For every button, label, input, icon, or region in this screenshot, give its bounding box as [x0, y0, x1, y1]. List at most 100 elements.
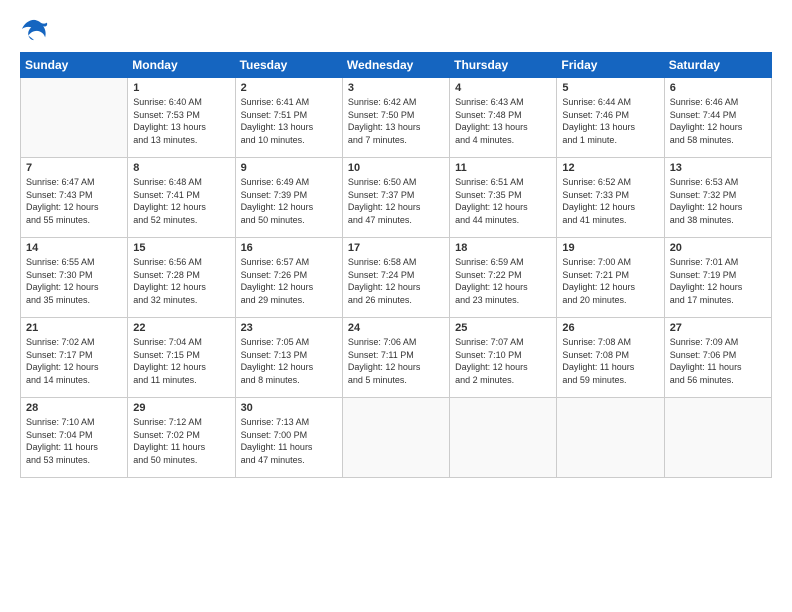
day-number: 15	[133, 242, 229, 254]
calendar-cell: 4 Sunrise: 6:43 AM Sunset: 7:48 PM Daylig…	[450, 78, 557, 158]
calendar-cell: 29 Sunrise: 7:12 AM Sunset: 7:02 PM Dayli…	[128, 398, 235, 478]
day-number: 1	[133, 82, 229, 94]
calendar-cell: 24 Sunrise: 7:06 AM Sunset: 7:11 PM Dayli…	[342, 318, 449, 398]
day-info: Sunrise: 7:08 AM Sunset: 7:08 PM Dayligh…	[562, 336, 658, 386]
calendar-cell: 25 Sunrise: 7:07 AM Sunset: 7:10 PM Dayli…	[450, 318, 557, 398]
calendar-cell: 6 Sunrise: 6:46 AM Sunset: 7:44 PM Daylig…	[664, 78, 771, 158]
calendar-cell	[664, 398, 771, 478]
calendar-cell: 7 Sunrise: 6:47 AM Sunset: 7:43 PM Daylig…	[21, 158, 128, 238]
day-number: 28	[26, 402, 122, 414]
day-info: Sunrise: 6:59 AM Sunset: 7:22 PM Dayligh…	[455, 256, 551, 306]
day-number: 25	[455, 322, 551, 334]
day-info: Sunrise: 6:50 AM Sunset: 7:37 PM Dayligh…	[348, 176, 444, 226]
day-info: Sunrise: 7:13 AM Sunset: 7:00 PM Dayligh…	[241, 416, 337, 466]
calendar-weekday-wednesday: Wednesday	[342, 53, 449, 78]
page-header	[20, 18, 772, 42]
day-number: 20	[670, 242, 766, 254]
day-number: 29	[133, 402, 229, 414]
day-info: Sunrise: 6:47 AM Sunset: 7:43 PM Dayligh…	[26, 176, 122, 226]
calendar-cell: 22 Sunrise: 7:04 AM Sunset: 7:15 PM Dayli…	[128, 318, 235, 398]
logo	[20, 18, 52, 42]
calendar-weekday-friday: Friday	[557, 53, 664, 78]
calendar-cell: 13 Sunrise: 6:53 AM Sunset: 7:32 PM Dayli…	[664, 158, 771, 238]
calendar-week-row: 14 Sunrise: 6:55 AM Sunset: 7:30 PM Dayli…	[21, 238, 772, 318]
day-number: 12	[562, 162, 658, 174]
calendar-weekday-monday: Monday	[128, 53, 235, 78]
day-number: 30	[241, 402, 337, 414]
day-info: Sunrise: 6:44 AM Sunset: 7:46 PM Dayligh…	[562, 96, 658, 146]
day-info: Sunrise: 7:09 AM Sunset: 7:06 PM Dayligh…	[670, 336, 766, 386]
calendar-cell: 11Sunrise: 6:51 AM Sunset: 7:35 PM Dayli…	[450, 158, 557, 238]
day-number: 17	[348, 242, 444, 254]
calendar-cell: 5 Sunrise: 6:44 AM Sunset: 7:46 PM Daylig…	[557, 78, 664, 158]
calendar-cell: 19Sunrise: 7:00 AM Sunset: 7:21 PM Dayli…	[557, 238, 664, 318]
calendar-cell: 12 Sunrise: 6:52 AM Sunset: 7:33 PM Dayli…	[557, 158, 664, 238]
day-number: 16	[241, 242, 337, 254]
day-number: 5	[562, 82, 658, 94]
day-number: 13	[670, 162, 766, 174]
day-number: 8	[133, 162, 229, 174]
calendar-table: SundayMondayTuesdayWednesdayThursdayFrid…	[20, 52, 772, 478]
day-info: Sunrise: 6:49 AM Sunset: 7:39 PM Dayligh…	[241, 176, 337, 226]
day-info: Sunrise: 7:12 AM Sunset: 7:02 PM Dayligh…	[133, 416, 229, 466]
calendar-cell: 21 Sunrise: 7:02 AM Sunset: 7:17 PM Dayli…	[21, 318, 128, 398]
calendar-week-row: 7 Sunrise: 6:47 AM Sunset: 7:43 PM Daylig…	[21, 158, 772, 238]
day-info: Sunrise: 6:55 AM Sunset: 7:30 PM Dayligh…	[26, 256, 122, 306]
day-number: 2	[241, 82, 337, 94]
calendar-weekday-sunday: Sunday	[21, 53, 128, 78]
calendar-cell	[450, 398, 557, 478]
calendar-cell: 8Sunrise: 6:48 AM Sunset: 7:41 PM Daylig…	[128, 158, 235, 238]
day-info: Sunrise: 6:46 AM Sunset: 7:44 PM Dayligh…	[670, 96, 766, 146]
day-info: Sunrise: 6:58 AM Sunset: 7:24 PM Dayligh…	[348, 256, 444, 306]
day-info: Sunrise: 6:52 AM Sunset: 7:33 PM Dayligh…	[562, 176, 658, 226]
day-number: 24	[348, 322, 444, 334]
day-info: Sunrise: 7:06 AM Sunset: 7:11 PM Dayligh…	[348, 336, 444, 386]
day-number: 18	[455, 242, 551, 254]
calendar-weekday-thursday: Thursday	[450, 53, 557, 78]
day-info: Sunrise: 6:51 AM Sunset: 7:35 PM Dayligh…	[455, 176, 551, 226]
day-info: Sunrise: 7:00 AM Sunset: 7:21 PM Dayligh…	[562, 256, 658, 306]
day-info: Sunrise: 6:56 AM Sunset: 7:28 PM Dayligh…	[133, 256, 229, 306]
calendar-cell: 15 Sunrise: 6:56 AM Sunset: 7:28 PM Dayli…	[128, 238, 235, 318]
day-info: Sunrise: 7:05 AM Sunset: 7:13 PM Dayligh…	[241, 336, 337, 386]
day-info: Sunrise: 6:53 AM Sunset: 7:32 PM Dayligh…	[670, 176, 766, 226]
day-number: 6	[670, 82, 766, 94]
calendar-week-row: 21 Sunrise: 7:02 AM Sunset: 7:17 PM Dayli…	[21, 318, 772, 398]
day-number: 21	[26, 322, 122, 334]
calendar-weekday-tuesday: Tuesday	[235, 53, 342, 78]
calendar-weekday-saturday: Saturday	[664, 53, 771, 78]
calendar-cell: 23Sunrise: 7:05 AM Sunset: 7:13 PM Dayli…	[235, 318, 342, 398]
calendar-header-row: SundayMondayTuesdayWednesdayThursdayFrid…	[21, 53, 772, 78]
calendar-cell: 20 Sunrise: 7:01 AM Sunset: 7:19 PM Dayli…	[664, 238, 771, 318]
day-info: Sunrise: 7:02 AM Sunset: 7:17 PM Dayligh…	[26, 336, 122, 386]
day-number: 3	[348, 82, 444, 94]
calendar-week-row: 28 Sunrise: 7:10 AM Sunset: 7:04 PM Dayli…	[21, 398, 772, 478]
day-number: 22	[133, 322, 229, 334]
day-number: 4	[455, 82, 551, 94]
calendar-cell: 2 Sunrise: 6:41 AM Sunset: 7:51 PM Daylig…	[235, 78, 342, 158]
calendar-cell	[557, 398, 664, 478]
day-info: Sunrise: 7:01 AM Sunset: 7:19 PM Dayligh…	[670, 256, 766, 306]
calendar-cell: 14 Sunrise: 6:55 AM Sunset: 7:30 PM Dayli…	[21, 238, 128, 318]
day-info: Sunrise: 7:04 AM Sunset: 7:15 PM Dayligh…	[133, 336, 229, 386]
day-info: Sunrise: 7:07 AM Sunset: 7:10 PM Dayligh…	[455, 336, 551, 386]
calendar-cell: 16 Sunrise: 6:57 AM Sunset: 7:26 PM Dayli…	[235, 238, 342, 318]
calendar-week-row: 1 Sunrise: 6:40 AM Sunset: 7:53 PM Daylig…	[21, 78, 772, 158]
calendar-cell: 18 Sunrise: 6:59 AM Sunset: 7:22 PM Dayli…	[450, 238, 557, 318]
calendar-cell: 9 Sunrise: 6:49 AM Sunset: 7:39 PM Daylig…	[235, 158, 342, 238]
day-number: 14	[26, 242, 122, 254]
day-info: Sunrise: 7:10 AM Sunset: 7:04 PM Dayligh…	[26, 416, 122, 466]
calendar-cell	[342, 398, 449, 478]
day-info: Sunrise: 6:40 AM Sunset: 7:53 PM Dayligh…	[133, 96, 229, 146]
day-number: 27	[670, 322, 766, 334]
day-number: 7	[26, 162, 122, 174]
day-number: 9	[241, 162, 337, 174]
calendar-cell: 26Sunrise: 7:08 AM Sunset: 7:08 PM Dayli…	[557, 318, 664, 398]
day-info: Sunrise: 6:41 AM Sunset: 7:51 PM Dayligh…	[241, 96, 337, 146]
day-info: Sunrise: 6:43 AM Sunset: 7:48 PM Dayligh…	[455, 96, 551, 146]
calendar-cell: 10Sunrise: 6:50 AM Sunset: 7:37 PM Dayli…	[342, 158, 449, 238]
calendar-cell: 27 Sunrise: 7:09 AM Sunset: 7:06 PM Dayli…	[664, 318, 771, 398]
calendar-cell: 30 Sunrise: 7:13 AM Sunset: 7:00 PM Dayli…	[235, 398, 342, 478]
day-info: Sunrise: 6:57 AM Sunset: 7:26 PM Dayligh…	[241, 256, 337, 306]
calendar-cell: 17 Sunrise: 6:58 AM Sunset: 7:24 PM Dayli…	[342, 238, 449, 318]
